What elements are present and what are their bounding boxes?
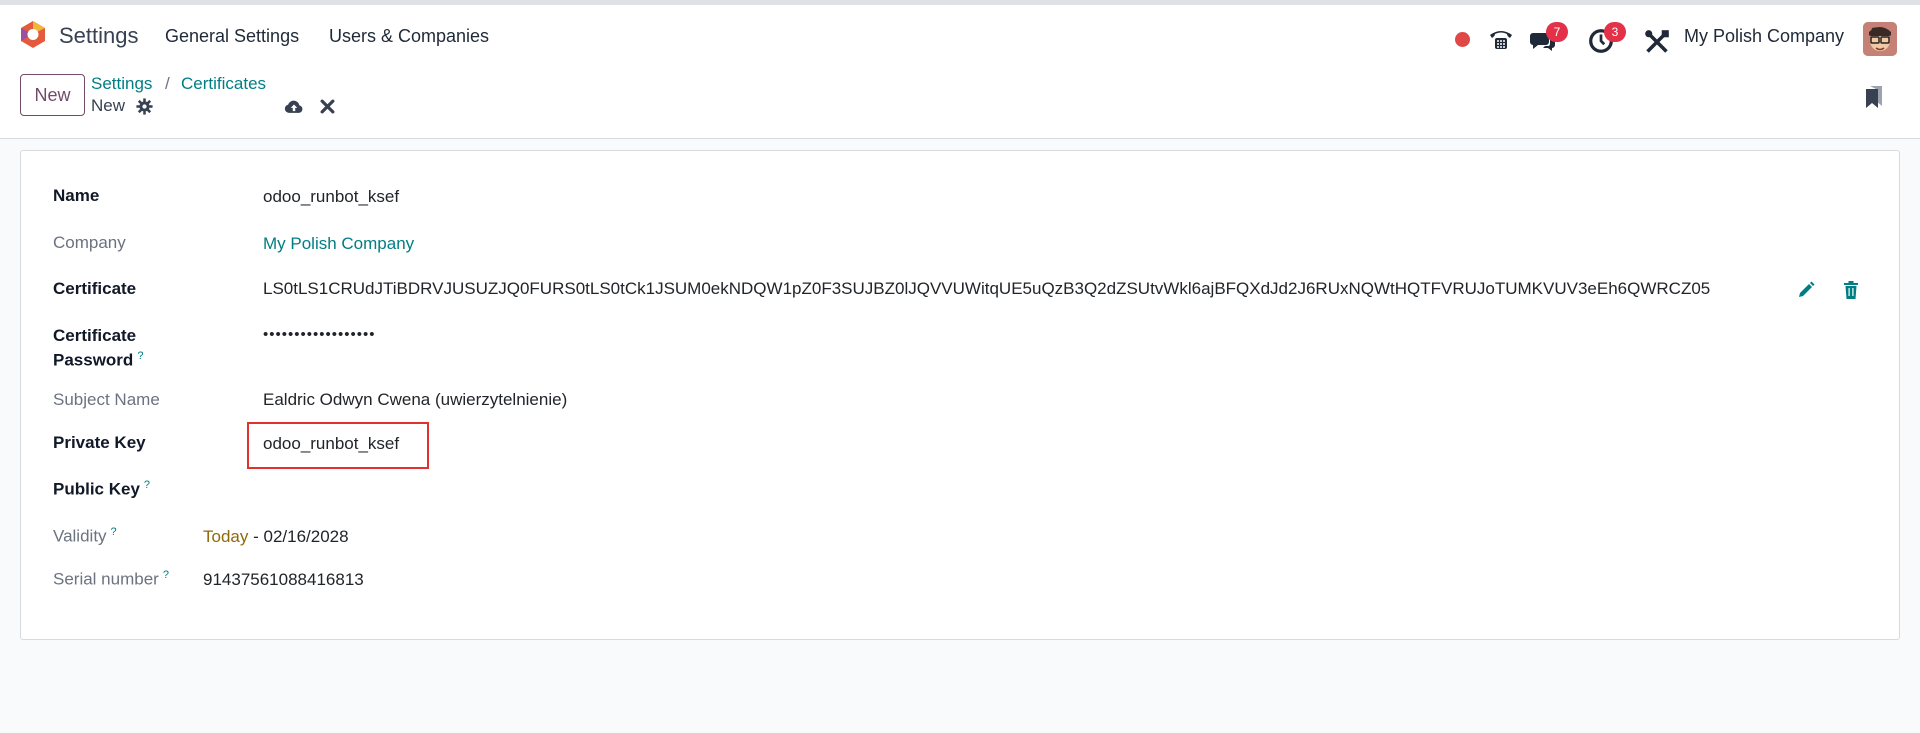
menu-users-companies[interactable]: Users & Companies [329,26,489,47]
recording-indicator[interactable] [1455,32,1470,47]
serial-number-field: 91437561088416813 [203,570,364,589]
bookmark-icon[interactable] [1864,85,1884,109]
certificate-password-label-line1: Certificate [53,326,137,345]
form-sheet: Name odoo_runbot_ksef Company My Polish … [20,150,1900,640]
pencil-icon[interactable] [1797,281,1815,299]
activities-badge: 3 [1604,22,1626,42]
company-label: Company [53,233,126,252]
breadcrumb-separator: / [165,74,170,93]
public-key-label-wrap: Public Key? [53,479,150,500]
close-icon[interactable] [320,99,335,114]
phone-icon[interactable] [1488,26,1514,52]
serial-number-label-wrap: Serial number? [53,569,169,590]
subject-name-field: Ealdric Odwyn Cwena (uwierzytelnienie) [263,390,568,409]
private-key-field[interactable]: odoo_runbot_ksef [263,434,399,454]
breadcrumb-certificates[interactable]: Certificates [181,74,266,94]
gear-icon[interactable] [136,98,153,115]
help-icon[interactable]: ? [144,479,150,491]
certificate-field[interactable]: LS0tLS1CRUdJTiBDRVJUSUZJQ0FURS0tLS0tCk1J… [263,279,1805,299]
app-title[interactable]: Settings [59,23,139,49]
validity-label-wrap: Validity? [53,526,117,547]
company-switcher[interactable]: My Polish Company [1684,26,1844,47]
user-avatar[interactable] [1863,22,1897,56]
certificate-label: Certificate [53,279,137,298]
certificate-password-field[interactable]: •••••••••••••••••• [263,326,376,343]
serial-number-label: Serial number [53,569,159,589]
validity-start: Today [203,527,249,546]
validity-label: Validity [53,526,107,546]
subject-name-label: Subject Name [53,390,160,409]
validity-separator: - [248,527,264,546]
top-navbar: Settings General Settings Users & Compan… [0,0,1920,67]
tools-icon[interactable] [1644,29,1670,55]
messages-badge: 7 [1546,22,1568,42]
odoo-logo-icon[interactable] [19,20,47,48]
name-label: Name [53,186,100,205]
help-icon[interactable]: ? [111,526,117,538]
help-icon[interactable]: ? [137,350,143,362]
menu-general-settings[interactable]: General Settings [165,26,299,47]
help-icon[interactable]: ? [163,569,169,581]
name-field[interactable]: odoo_runbot_ksef [263,187,399,207]
validity-field: Today - 02/16/2028 [203,527,349,547]
company-field[interactable]: My Polish Company [263,234,414,254]
trash-icon[interactable] [1843,281,1859,299]
record-name: New [91,96,126,115]
private-key-label: Private Key [53,433,146,452]
breadcrumb-settings[interactable]: Settings [91,74,152,94]
certificate-password-label-line2-wrap: Password? [53,350,143,371]
certificate-password-label-line2: Password [53,350,134,370]
public-key-label: Public Key [53,479,140,499]
validity-end: 02/16/2028 [263,527,349,546]
cloud-upload-icon[interactable] [284,97,304,117]
certificate-password-label: Certificate Password? [53,326,143,371]
control-panel: New Settings / Certificates New [0,67,1920,139]
new-button[interactable]: New [20,74,85,116]
